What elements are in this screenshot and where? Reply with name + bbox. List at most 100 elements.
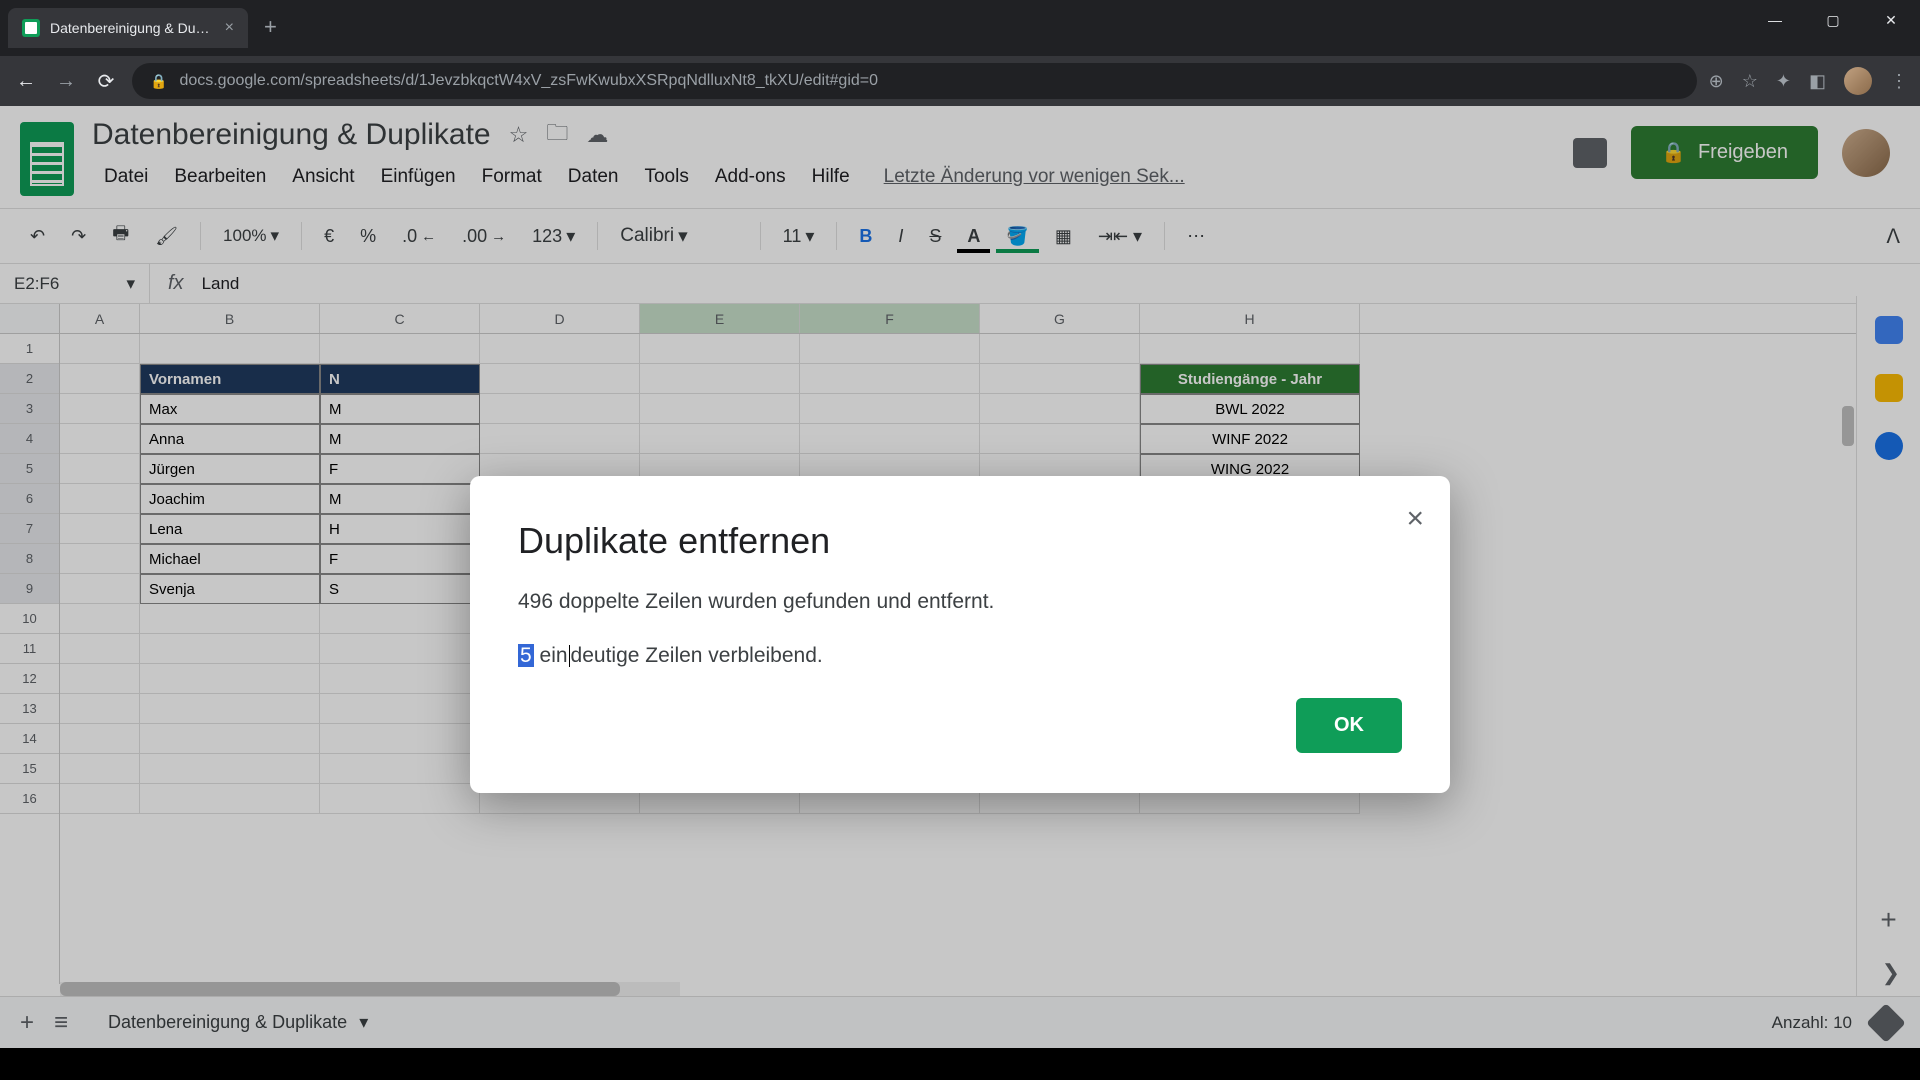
cell[interactable] [60,334,140,364]
vertical-scrollbar[interactable] [1842,406,1854,446]
new-tab-button[interactable]: + [248,14,293,48]
borders-button[interactable]: ▦ [1045,220,1082,253]
dialog-ok-button[interactable]: OK [1296,698,1402,753]
bookmark-icon[interactable]: ☆ [1742,71,1758,92]
cell[interactable] [60,754,140,784]
side-panel-collapse-icon[interactable]: ❯ [1882,960,1900,986]
cell[interactable]: M [320,484,480,514]
cell[interactable] [60,424,140,454]
sheet-tab[interactable]: Datenbereinigung & Duplikate ▾ [88,1002,388,1043]
cell[interactable]: M [320,394,480,424]
cell[interactable] [800,364,980,394]
select-all-corner[interactable] [0,304,59,334]
cell[interactable] [60,694,140,724]
row-header[interactable]: 5 [0,454,59,484]
bold-button[interactable]: B [849,220,882,253]
col-header-b[interactable]: B [140,304,320,333]
cell[interactable] [480,394,640,424]
cell[interactable]: Michael [140,544,320,574]
currency-button[interactable]: € [314,220,344,253]
cell[interactable]: BWL 2022 [1140,394,1360,424]
cell[interactable] [60,724,140,754]
cell[interactable] [60,394,140,424]
menu-format[interactable]: Format [470,162,554,192]
row-header[interactable]: 10 [0,604,59,634]
cell[interactable]: Studiengänge - Jahr [1140,364,1360,394]
cell[interactable] [140,724,320,754]
url-input[interactable]: 🔒 docs.google.com/spreadsheets/d/1Jevzbk… [132,63,1697,99]
formula-input[interactable]: Land [202,274,240,294]
text-color-button[interactable]: A [957,220,990,253]
cell[interactable]: F [320,544,480,574]
document-title[interactable]: Datenbereinigung & Duplikate [92,118,491,152]
more-toolbar-button[interactable]: ⋯ [1177,220,1215,253]
cell[interactable] [1140,334,1360,364]
col-header-c[interactable]: C [320,304,480,333]
cell[interactable] [800,394,980,424]
collapse-toolbar-button[interactable]: ᐱ [1886,224,1900,249]
cell[interactable]: Svenja [140,574,320,604]
cell[interactable] [980,424,1140,454]
row-header[interactable]: 9 [0,574,59,604]
cell[interactable] [140,784,320,814]
menu-insert[interactable]: Einfügen [369,162,468,192]
calendar-icon[interactable] [1875,316,1903,344]
cell[interactable] [60,784,140,814]
cell[interactable] [480,424,640,454]
row-header[interactable]: 3 [0,394,59,424]
col-header-g[interactable]: G [980,304,1140,333]
undo-button[interactable]: ↶ [20,220,55,253]
row-header[interactable]: 7 [0,514,59,544]
row-header[interactable]: 8 [0,544,59,574]
col-header-d[interactable]: D [480,304,640,333]
decrease-decimal-button[interactable]: .0← [392,220,446,253]
cell[interactable] [140,604,320,634]
menu-file[interactable]: Datei [92,162,160,192]
col-header-a[interactable]: A [60,304,140,333]
cell[interactable] [640,334,800,364]
row-header[interactable]: 1 [0,334,59,364]
explore-icon[interactable] [1866,1003,1906,1043]
cell[interactable] [800,334,980,364]
cell[interactable]: Vornamen [140,364,320,394]
cell[interactable]: M [320,424,480,454]
all-sheets-button[interactable]: ≡ [54,1009,68,1037]
share-button[interactable]: 🔒 Freigeben [1631,126,1818,179]
menu-help[interactable]: Hilfe [800,162,862,192]
cell[interactable] [140,754,320,784]
cell[interactable]: S [320,574,480,604]
cell[interactable] [320,334,480,364]
cell[interactable]: N [320,364,480,394]
cell[interactable]: Anna [140,424,320,454]
col-header-f[interactable]: F [800,304,980,333]
zoom-icon[interactable]: ⊕ [1709,71,1724,92]
cell[interactable] [800,424,980,454]
cell[interactable] [320,634,480,664]
menu-edit[interactable]: Bearbeiten [162,162,278,192]
comments-icon[interactable] [1573,138,1607,168]
keep-icon[interactable] [1875,374,1903,402]
redo-button[interactable]: ↷ [61,220,96,253]
minimize-button[interactable]: ― [1746,0,1804,40]
chrome-menu-icon[interactable]: ⋮ [1890,71,1908,92]
row-header[interactable]: 11 [0,634,59,664]
move-icon[interactable]: 🗀 [546,116,568,154]
paint-format-button[interactable]: 🖌 [145,220,188,253]
cell[interactable] [140,334,320,364]
row-header[interactable]: 14 [0,724,59,754]
cell[interactable] [980,364,1140,394]
cell[interactable]: F [320,454,480,484]
italic-button[interactable]: I [888,220,913,253]
percent-button[interactable]: % [350,220,386,253]
row-header[interactable]: 2 [0,364,59,394]
row-header[interactable]: 4 [0,424,59,454]
menu-view[interactable]: Ansicht [280,162,366,192]
profile-avatar-icon[interactable] [1844,67,1872,95]
cell[interactable] [320,664,480,694]
font-select[interactable]: Calibri ▾ [610,225,747,248]
cell[interactable] [980,334,1140,364]
add-addon-icon[interactable]: + [1880,904,1896,936]
cell[interactable]: H [320,514,480,544]
cell[interactable] [320,604,480,634]
reload-button[interactable]: ⟳ [92,67,120,95]
